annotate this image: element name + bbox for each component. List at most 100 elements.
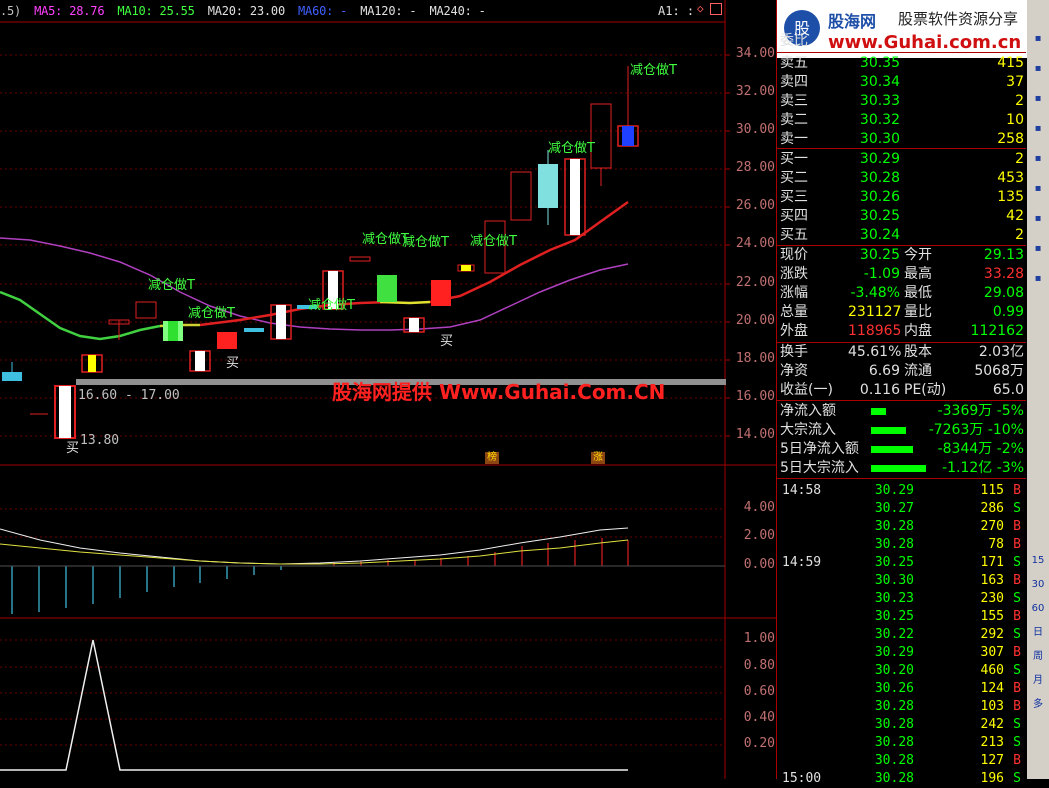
ask-label: 卖三 xyxy=(780,93,808,109)
tick-volume: 242 xyxy=(980,717,1004,732)
ma-prefix: .5) xyxy=(0,4,22,18)
fund-flow-bar xyxy=(871,427,906,434)
pencil-icon[interactable]: ▪ xyxy=(1029,270,1047,288)
tick-row: 30.29 307 B xyxy=(778,644,1026,662)
fund-flow-label: 5日净流入额 xyxy=(780,441,859,457)
signal-axis-2: 0.60 xyxy=(743,684,775,699)
ask-row[interactable]: 卖二 30.32 10 xyxy=(778,111,1026,130)
tick-volume: 171 xyxy=(980,555,1004,570)
fund-flow-value: -8344万 -2% xyxy=(937,441,1024,457)
toolbar-period-button[interactable]: 周 xyxy=(1029,648,1047,666)
stat-value: 6.69 xyxy=(868,363,900,379)
tick-direction: S xyxy=(1013,555,1021,570)
signal-axis-4: 0.20 xyxy=(743,736,775,751)
quote-label: 总量 xyxy=(780,304,808,320)
macd-axis-2: 0.00 xyxy=(743,557,775,572)
tick-row: 30.28 78 B xyxy=(778,536,1026,554)
quote-label: 现价 xyxy=(780,247,808,263)
bid-row[interactable]: 买一 30.29 2 xyxy=(778,150,1026,169)
ask-price: 30.32 xyxy=(859,112,900,128)
fund-flow-label: 大宗流入 xyxy=(780,422,836,438)
ask-row[interactable]: 卖四 30.34 37 xyxy=(778,73,1026,92)
arrow-down-icon[interactable]: ▪ xyxy=(1029,60,1047,78)
tick-direction: B xyxy=(1013,699,1021,714)
quote-label-2: 内盘 xyxy=(904,323,932,339)
price-axis-2: 30.00 xyxy=(735,122,775,137)
tick-row: 15:00 30.28 196 S xyxy=(778,770,1026,788)
fund-flow-bar xyxy=(871,465,926,472)
tick-row: 30.25 155 B xyxy=(778,608,1026,626)
toolbar-period-button[interactable]: 30 xyxy=(1029,576,1047,594)
bid-label: 买三 xyxy=(780,189,808,205)
bid-volume: 453 xyxy=(997,170,1024,186)
bid-row[interactable]: 买四 30.25 42 xyxy=(778,207,1026,226)
tick-price: 30.25 xyxy=(874,555,914,570)
ask-volume: 2 xyxy=(1015,93,1024,109)
quote-label-2: 量比 xyxy=(904,304,932,320)
fund-flow-label: 5日大宗流入 xyxy=(780,460,859,476)
tick-direction: B xyxy=(1013,681,1021,696)
ma60-label: MA60: - xyxy=(298,4,348,18)
stat-row: 换手 45.61% 股本 2.03亿 xyxy=(778,343,1026,362)
tick-time: 14:58 xyxy=(782,483,822,498)
toolbar-period-button[interactable]: 15 xyxy=(1029,552,1047,570)
bid-row[interactable]: 买二 30.28 453 xyxy=(778,169,1026,188)
price-axis-5: 24.00 xyxy=(735,236,775,251)
ma-red-line-2 xyxy=(429,200,629,304)
bid-volume: 42 xyxy=(1006,208,1024,224)
quote-label-2: 最高 xyxy=(904,266,932,282)
price-axis-0: 34.00 xyxy=(735,46,775,61)
tick-volume: 460 xyxy=(980,663,1004,678)
toolbar-period-button[interactable]: 多 xyxy=(1029,696,1047,714)
macd-axis-0: 4.00 xyxy=(743,500,775,515)
grid-icon[interactable]: ▪ xyxy=(1029,90,1047,108)
tick-price: 30.22 xyxy=(874,627,914,642)
chart-icon[interactable]: ▪ xyxy=(1029,150,1047,168)
arrow-up-icon[interactable]: ▪ xyxy=(1029,30,1047,48)
bid-row[interactable]: 买五 30.24 2 xyxy=(778,226,1026,245)
toolbar-period-button[interactable]: 日 xyxy=(1029,624,1047,642)
badge-bang: 榜 xyxy=(485,452,499,464)
quote-label-2: 今开 xyxy=(904,247,932,263)
question-icon[interactable]: ▪ xyxy=(1029,210,1047,228)
ask-label: 卖一 xyxy=(780,131,808,147)
tick-row: 14:58 30.29 115 B xyxy=(778,482,1026,500)
tick-price: 30.20 xyxy=(874,663,914,678)
stat-row: 净资 6.69 流通 5068万 xyxy=(778,362,1026,381)
tick-direction: B xyxy=(1013,573,1021,588)
tick-price: 30.30 xyxy=(874,573,914,588)
badge-zhang: 涨 xyxy=(591,452,605,464)
fund-flow-row: 净流入额 -3369万 -5% xyxy=(778,402,1026,421)
window-box-icon[interactable] xyxy=(710,3,722,15)
book-icon[interactable]: ▪ xyxy=(1029,120,1047,138)
tick-direction: S xyxy=(1013,591,1021,606)
tick-volume: 78 xyxy=(988,537,1004,552)
ask-label: 卖二 xyxy=(780,112,808,128)
signal-axis-0: 1.00 xyxy=(743,631,775,646)
quote-value: -3.48% xyxy=(850,285,900,301)
ask-volume: 415 xyxy=(997,55,1024,71)
tick-volume: 213 xyxy=(980,735,1004,750)
tick-price: 30.28 xyxy=(874,699,914,714)
ask-label: 卖四 xyxy=(780,74,808,90)
bid-label: 买四 xyxy=(780,208,808,224)
reduce-signal-2: 减仓做T xyxy=(188,306,235,321)
move-icon[interactable]: ▪ xyxy=(1029,240,1047,258)
quote-value-2: 112162 xyxy=(970,323,1024,339)
price-axis-9: 16.00 xyxy=(735,389,775,404)
bid-label: 买五 xyxy=(780,227,808,243)
bid-volume: 2 xyxy=(1015,151,1024,167)
ask-row[interactable]: 卖五 30.35 415 xyxy=(778,54,1026,73)
rsi-icon[interactable]: ▪ xyxy=(1029,180,1047,198)
ask-row[interactable]: 卖一 30.30 258 xyxy=(778,130,1026,149)
ma10-label: MA10: 25.55 xyxy=(117,4,195,18)
kline-chart-panel[interactable]: .5) MA5: 28.76 MA10: 25.55 MA20: 23.00 M… xyxy=(0,0,776,779)
toolbar-period-button[interactable]: 60 xyxy=(1029,600,1047,618)
toolbar-period-button[interactable]: 月 xyxy=(1029,672,1047,690)
diamond-icon[interactable]: ◇ xyxy=(697,2,704,15)
tick-price: 30.28 xyxy=(874,735,914,750)
ask-row[interactable]: 卖三 30.33 2 xyxy=(778,92,1026,111)
price-axis-7: 20.00 xyxy=(735,313,775,328)
bid-row[interactable]: 买三 30.26 135 xyxy=(778,188,1026,207)
ma5-label: MA5: 28.76 xyxy=(34,4,105,18)
